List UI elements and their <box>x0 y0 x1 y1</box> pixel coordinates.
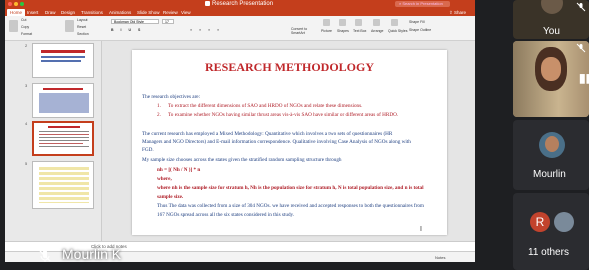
layout-button[interactable]: Layout <box>77 18 88 22</box>
participant-name: Mourlin <box>533 169 566 180</box>
avatar <box>554 212 574 232</box>
cut-button[interactable]: Cut <box>21 18 26 22</box>
thumb-number: 2 <box>25 43 28 48</box>
powerpoint-window: Research Presentation ⌕ Search in Presen… <box>5 0 475 262</box>
mic-off-icon <box>39 250 51 262</box>
methodology-line-3[interactable]: FGD. <box>142 147 154 153</box>
tab-home[interactable]: Home <box>7 9 26 16</box>
ribbon-toolbar: Cut Copy Format Layout Reset Section Boo… <box>5 16 475 41</box>
picture-icon[interactable] <box>323 19 330 26</box>
objective-2[interactable]: To examine whether NGOs having similar t… <box>168 112 398 118</box>
convert-smartart-button[interactable]: Convert to SmartArt <box>291 27 313 35</box>
tab-transitions[interactable]: Transitions <box>81 10 103 15</box>
tab-draw[interactable]: Draw <box>45 10 56 15</box>
thumb-number: 5 <box>25 161 28 166</box>
format-painter-button[interactable]: Format <box>21 32 32 36</box>
slide-canvas[interactable]: RESEARCH METHODOLOGY The research object… <box>102 41 475 241</box>
powerpoint-icon <box>205 1 210 6</box>
objective-1[interactable]: To extract the different dimensions of S… <box>168 103 362 109</box>
slide-thumbnail-4[interactable] <box>32 121 94 156</box>
objective-number: 2. <box>157 112 161 118</box>
slide-thumbnail-5[interactable] <box>32 161 94 209</box>
participant-count: 11 others <box>528 247 569 258</box>
shape-outline-button[interactable]: Shape Outline <box>409 28 431 32</box>
data-collection-line-2[interactable]: 167 NGOs spread across all the six state… <box>157 212 294 218</box>
arrange-button[interactable]: Arrange <box>371 29 383 33</box>
tab-animations[interactable]: Animations <box>109 10 131 15</box>
quick-styles-icon[interactable] <box>391 19 398 26</box>
search-input[interactable]: ⌕ Search in Presentation <box>395 1 450 7</box>
thumb-number: 4 <box>25 121 28 126</box>
paste-icon[interactable] <box>9 20 18 32</box>
text-box-icon[interactable] <box>355 19 362 26</box>
font-name-select[interactable]: Bookman Old Style <box>111 19 159 24</box>
speaker-name: Mourlin K <box>62 246 122 262</box>
shapes-icon[interactable] <box>339 19 346 26</box>
font-size-select[interactable]: 17 <box>162 19 174 24</box>
avatar <box>539 132 565 158</box>
where-definition-2[interactable]: sample size. <box>157 194 183 200</box>
tab-slide-show[interactable]: Slide Show <box>137 10 160 15</box>
paragraph-buttons[interactable]: ≡ ≡ ≡ ≡ <box>190 28 222 32</box>
participant-video <box>541 0 563 14</box>
picture-button[interactable]: Picture <box>321 29 332 33</box>
tab-insert[interactable]: Insert <box>27 10 38 15</box>
reset-button[interactable]: Reset <box>77 25 86 29</box>
shape-fill-button[interactable]: Shape Fill <box>409 20 425 24</box>
slide-thumbnail-pane: 2 3 4 5 <box>5 41 102 241</box>
participant-video-face <box>541 57 561 81</box>
participant-tile-video[interactable]: ▮▮▮ <box>513 41 589 117</box>
slide[interactable]: RESEARCH METHODOLOGY The research object… <box>132 50 447 235</box>
sampling-line[interactable]: My sample size chooses across the states… <box>142 157 342 163</box>
methodology-line-2[interactable]: Managers and NGO Directors) and E-mail i… <box>142 139 411 145</box>
slide-thumbnail-2[interactable] <box>32 43 94 78</box>
participant-tile-others[interactable]: R 11 others <box>513 193 589 270</box>
slide-title[interactable]: RESEARCH METHODOLOGY <box>132 60 447 75</box>
mic-off-icon <box>576 2 586 12</box>
tab-view[interactable]: View <box>181 10 191 15</box>
where-label[interactable]: where, <box>157 176 172 182</box>
avatar: R <box>530 212 550 232</box>
quick-styles-button[interactable]: Quick Styles <box>388 29 407 33</box>
participant-tile-you[interactable]: You <box>513 0 589 39</box>
section-button[interactable]: Section <box>77 32 89 36</box>
tab-design[interactable]: Design <box>61 10 75 15</box>
ribbon-tabs: Home Insert Draw Design Transitions Anim… <box>5 9 475 16</box>
methodology-line-1[interactable]: The current research has employed a Mixe… <box>142 131 392 137</box>
zoom-window-button[interactable] <box>20 2 24 6</box>
formula[interactable]: nh = [( Nh / N )] * n <box>157 167 200 173</box>
participant-tile-mourlin[interactable]: Mourlin <box>513 120 589 190</box>
mic-off-icon <box>576 43 586 53</box>
title-bar: Research Presentation ⌕ Search in Presen… <box>5 0 475 9</box>
objective-number: 1. <box>157 103 161 109</box>
thumb-number: 3 <box>25 83 28 88</box>
minimize-window-button[interactable] <box>14 2 18 6</box>
objectives-intro[interactable]: The research objectives are: <box>142 94 200 100</box>
data-collection-line-1[interactable]: Thus The data was collected from a size … <box>157 203 424 209</box>
copy-button[interactable]: Copy <box>21 25 29 29</box>
new-slide-icon[interactable] <box>65 20 74 32</box>
font-style-buttons[interactable]: B I U S <box>111 28 143 32</box>
window-title: Research Presentation <box>205 1 273 7</box>
audio-level-icon: ▮▮▮ <box>579 71 589 85</box>
text-cursor-icon: I <box>420 226 422 233</box>
notes-toggle[interactable]: Notes <box>435 255 445 260</box>
arrange-icon[interactable] <box>373 19 380 26</box>
slide-thumbnail-3[interactable] <box>32 83 94 118</box>
where-definition[interactable]: where nh is the sample size for stratum … <box>157 185 424 191</box>
close-window-button[interactable] <box>8 2 12 6</box>
tab-review[interactable]: Review <box>163 10 178 15</box>
text-box-button[interactable]: Text Box <box>353 29 366 33</box>
shapes-button[interactable]: Shapes <box>337 29 349 33</box>
participant-name: You <box>543 26 560 37</box>
